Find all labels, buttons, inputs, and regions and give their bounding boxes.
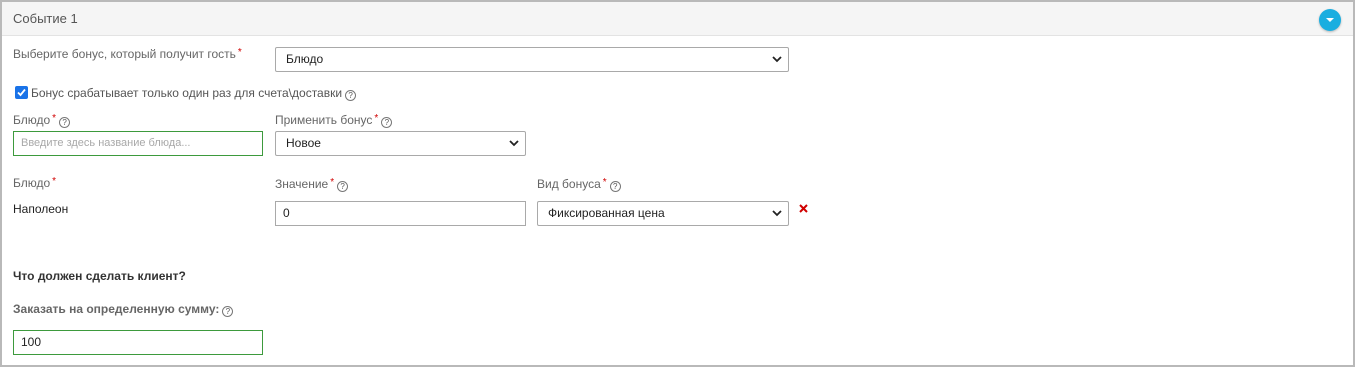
required-mark: * bbox=[602, 177, 607, 188]
help-icon[interactable]: ? bbox=[59, 117, 71, 128]
dish-search-placeholder: Введите здесь название блюда... bbox=[21, 137, 191, 149]
checkmark-icon bbox=[17, 88, 26, 97]
required-mark: * bbox=[374, 113, 379, 124]
help-icon[interactable]: ? bbox=[381, 117, 393, 128]
order-amount-input-text: 100 bbox=[21, 335, 42, 349]
bonus-type-select[interactable]: Блюдо bbox=[275, 47, 789, 72]
bonus-value-input[interactable]: 0 bbox=[275, 201, 526, 226]
panel-title: Событие 1 bbox=[13, 11, 78, 26]
required-mark: * bbox=[52, 113, 57, 124]
help-icon[interactable]: ? bbox=[337, 181, 349, 192]
dish-search-label: Блюдо *? bbox=[13, 113, 71, 128]
dish-search-input[interactable]: Введите здесь название блюда... bbox=[13, 131, 263, 156]
chevron-down-icon bbox=[509, 140, 519, 147]
bonus-kind-label: Вид бонуса *? bbox=[537, 177, 621, 192]
collapse-toggle-button[interactable] bbox=[1319, 9, 1341, 31]
panel-header[interactable]: Событие 1 bbox=[2, 2, 1353, 36]
apply-bonus-label: Применить бонус *? bbox=[275, 113, 393, 128]
bonus-kind-select[interactable]: Фиксированная цена bbox=[537, 201, 789, 226]
order-amount-input[interactable]: 100 bbox=[13, 330, 263, 355]
bonus-dish-label: Блюдо * bbox=[13, 176, 57, 190]
bonus-value-input-text: 0 bbox=[283, 206, 290, 220]
bonus-dish-value: Наполеон bbox=[13, 202, 69, 216]
bonus-type-select-value: Блюдо bbox=[286, 52, 324, 66]
required-mark: * bbox=[52, 176, 57, 187]
apply-bonus-select[interactable]: Новое bbox=[275, 131, 526, 156]
required-mark: * bbox=[237, 47, 242, 58]
once-per-bill-checkbox[interactable] bbox=[15, 86, 28, 99]
help-icon[interactable]: ? bbox=[345, 90, 357, 101]
bonus-kind-select-value: Фиксированная цена bbox=[548, 206, 665, 220]
apply-bonus-select-value: Новое bbox=[286, 136, 321, 150]
bonus-value-label: Значение *? bbox=[275, 177, 349, 192]
required-mark: * bbox=[330, 177, 335, 188]
bonus-select-label: Выберите бонус, который получит гость * bbox=[13, 47, 242, 61]
client-action-heading: Что должен сделать клиент? bbox=[13, 269, 186, 283]
help-icon[interactable]: ? bbox=[222, 306, 234, 317]
chevron-down-icon bbox=[772, 210, 782, 217]
chevron-down-icon bbox=[772, 56, 782, 63]
event-panel: Событие 1 Выберите бонус, который получи… bbox=[0, 0, 1355, 367]
once-per-bill-label[interactable]: Бонус срабатывает только один раз для сч… bbox=[31, 86, 357, 101]
help-icon[interactable]: ? bbox=[609, 181, 621, 192]
order-amount-label: Заказать на определенную сумму:? bbox=[13, 302, 234, 317]
remove-bonus-icon[interactable] bbox=[799, 204, 808, 213]
caret-down-icon bbox=[1326, 18, 1334, 22]
